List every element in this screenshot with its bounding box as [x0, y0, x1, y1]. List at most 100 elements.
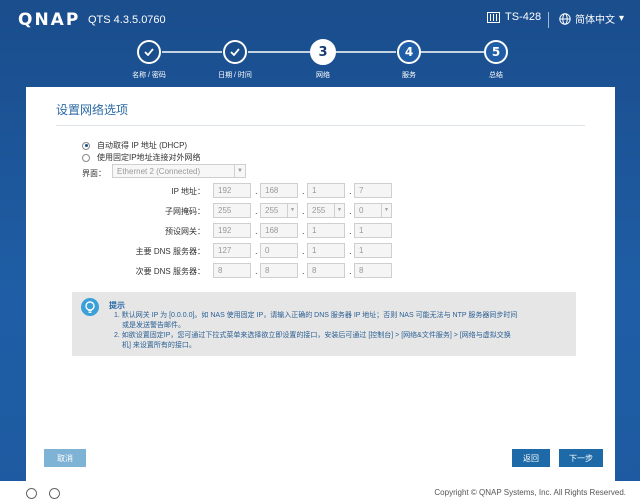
octet-separator: .: [349, 267, 352, 276]
mask-octet-1[interactable]: 255: [213, 203, 251, 218]
step-5: 5: [484, 40, 508, 64]
octet-separator: .: [302, 247, 305, 256]
interface-label: 界面：: [82, 169, 106, 178]
octet-separator: .: [255, 267, 258, 276]
language-selector[interactable]: 简体中文 ▾: [559, 11, 624, 26]
dns1-octet-1[interactable]: 127: [213, 243, 251, 258]
mask-octet-2[interactable]: 255 ▼: [260, 203, 298, 218]
dns2-octet-3[interactable]: 8: [307, 263, 345, 278]
octet-separator: .: [302, 267, 305, 276]
back-button[interactable]: 返回: [512, 449, 550, 467]
subnet-mask-label: 子网掩码：: [165, 207, 205, 216]
octet-separator: .: [349, 187, 352, 196]
next-button[interactable]: 下一步: [559, 449, 603, 467]
octet-separator: .: [255, 227, 258, 236]
tip-line-2: 或是发送警告邮件。: [122, 322, 185, 329]
subnet-mask-row: 子网掩码： 255 . 255 ▼ . 255 ▼ . 0 ▼: [26, 203, 615, 219]
top-bar: QNAP QTS 4.3.5.0760 TS-428 简体中文 ▾ 3 4 5 …: [0, 0, 640, 96]
step-4: 4: [397, 40, 421, 64]
checkmark-icon: [230, 48, 240, 56]
dns1-octet-3[interactable]: 1: [307, 243, 345, 258]
gateway-octet-4[interactable]: 1: [354, 223, 392, 238]
firmware-version: QTS 4.3.5.0760: [88, 14, 166, 26]
chevron-down-icon: ▼: [234, 165, 245, 177]
chevron-down-icon: ▼: [287, 204, 297, 217]
ip-address-row: IP 地址： 192 . 168 . 1 . 7: [26, 183, 615, 199]
globe-icon: [559, 12, 571, 25]
mask-octet-4-value: 0: [359, 206, 364, 215]
dns1-octet-4[interactable]: 1: [354, 243, 392, 258]
mask-octet-2-value: 255: [265, 206, 279, 215]
checkmark-icon: [144, 48, 154, 56]
gateway-octet-2[interactable]: 168: [260, 223, 298, 238]
mask-octet-3[interactable]: 255 ▼: [307, 203, 345, 218]
step-2-complete: [223, 40, 247, 64]
octet-separator: .: [349, 207, 352, 216]
copyright-circle-icon[interactable]: [49, 488, 60, 499]
gateway-octet-3[interactable]: 1: [307, 223, 345, 238]
copyright-text: Copyright © QNAP Systems, Inc. All Right…: [434, 488, 626, 497]
header-divider: [548, 12, 549, 28]
mask-octet-3-value: 255: [312, 206, 326, 215]
tip-line-3: 2. 如欲设置固定IP，您可通过下拉式菜单来选择欲立即设置的接口，安装后可通过 …: [114, 332, 511, 339]
dns2-octet-2[interactable]: 8: [260, 263, 298, 278]
dhcp-option[interactable]: 自动取得 IP 地址 (DHCP): [82, 140, 187, 151]
octet-separator: .: [349, 247, 352, 256]
primary-dns-row: 主要 DNS 服务器： 127 . 0 . 1 . 1: [26, 243, 615, 259]
chevron-down-icon: ▼: [334, 204, 344, 217]
title-divider: [56, 125, 585, 126]
lightbulb-icon: [81, 298, 99, 316]
step-5-label: 总结: [489, 72, 503, 79]
tip-line-1: 1. 默认网关 IP 为 [0.0.0.0]。如 NAS 使用固定 IP，请输入…: [114, 312, 518, 319]
tips-box: 提示 1. 默认网关 IP 为 [0.0.0.0]。如 NAS 使用固定 IP，…: [72, 292, 576, 356]
ip-address-label: IP 地址：: [171, 187, 205, 196]
tip-line-4: 机] 来设置所有的接口。: [122, 342, 196, 349]
step-connector: [248, 51, 310, 53]
gateway-octet-1[interactable]: 192: [213, 223, 251, 238]
chevron-down-icon: ▼: [381, 204, 391, 217]
octet-separator: .: [349, 227, 352, 236]
dns1-octet-2[interactable]: 0: [260, 243, 298, 258]
octet-separator: .: [255, 187, 258, 196]
interface-value: Ethernet 2 (Connected): [117, 167, 201, 176]
gateway-row: 预设网关： 192 . 168 . 1 . 1: [26, 223, 615, 239]
octet-separator: .: [302, 227, 305, 236]
static-ip-option[interactable]: 使用固定IP地址连接对外网络: [82, 152, 201, 163]
dns2-octet-1[interactable]: 8: [213, 263, 251, 278]
step-3-label: 网络: [316, 72, 330, 79]
ip-octet-3[interactable]: 1: [307, 183, 345, 198]
step-connector: [336, 51, 396, 53]
model-name: TS-428: [505, 11, 542, 23]
nas-icon: [487, 11, 500, 23]
step-1-label: 名称 / 密码: [132, 72, 166, 79]
octet-separator: .: [255, 247, 258, 256]
mask-octet-4[interactable]: 0 ▼: [354, 203, 392, 218]
wizard-panel: 设置网络选项 自动取得 IP 地址 (DHCP) 使用固定IP地址连接对外网络 …: [26, 87, 615, 481]
cancel-button[interactable]: 取消: [44, 449, 86, 467]
power-icon[interactable]: [26, 488, 37, 499]
qnap-logo: QNAP: [18, 10, 81, 30]
ip-octet-1[interactable]: 192: [213, 183, 251, 198]
secondary-dns-label: 次要 DNS 服务器：: [135, 267, 205, 276]
footer: Copyright © QNAP Systems, Inc. All Right…: [0, 481, 640, 503]
dns2-octet-4[interactable]: 8: [354, 263, 392, 278]
static-ip-label: 使用固定IP地址连接对外网络: [97, 153, 201, 162]
language-label: 简体中文: [575, 15, 615, 26]
static-ip-radio[interactable]: [82, 153, 90, 162]
octet-separator: .: [302, 207, 305, 216]
ip-octet-4[interactable]: 7: [354, 183, 392, 198]
tips-title: 提示: [109, 301, 125, 310]
page-title: 设置网络选项: [56, 103, 129, 117]
step-2-label: 日期 / 时间: [218, 72, 252, 79]
step-connector: [420, 51, 484, 53]
step-3-current: 3: [310, 39, 336, 65]
step-1-complete: [137, 40, 161, 64]
chevron-down-icon: ▾: [619, 13, 625, 24]
step-connector: [162, 51, 222, 53]
dhcp-label: 自动取得 IP 地址 (DHCP): [97, 141, 188, 150]
dhcp-radio[interactable]: [82, 141, 90, 150]
octet-separator: .: [302, 187, 305, 196]
interface-select[interactable]: Ethernet 2 (Connected) ▼: [112, 164, 246, 178]
primary-dns-label: 主要 DNS 服务器：: [135, 247, 205, 256]
ip-octet-2[interactable]: 168: [260, 183, 298, 198]
